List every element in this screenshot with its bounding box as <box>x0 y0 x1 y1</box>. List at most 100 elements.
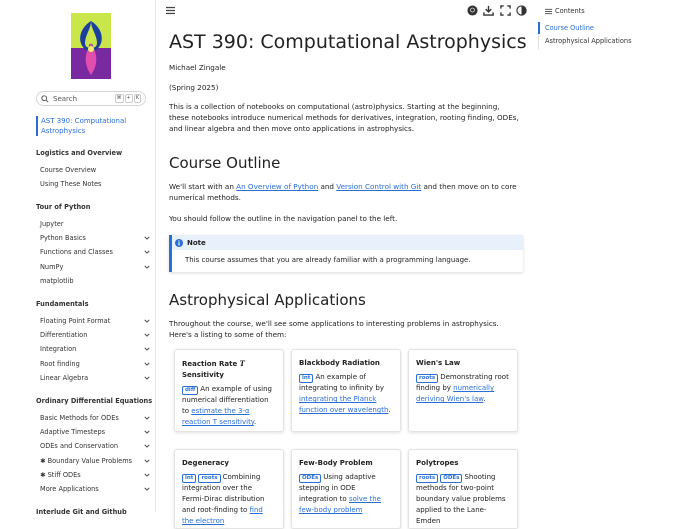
sidebar-item[interactable]: Adaptive Timesteps <box>40 428 152 436</box>
author: Michael Zingale <box>169 63 226 72</box>
sidebar-item-label: Integration <box>40 345 77 354</box>
sidebar-item-label: Adaptive Timesteps <box>40 427 106 436</box>
card-title-text: Degeneracy <box>182 459 229 467</box>
sidebar-item-label: Functions and Classes <box>40 248 113 257</box>
chevron-down-icon[interactable] <box>144 458 150 464</box>
fullscreen-icon[interactable] <box>500 5 511 16</box>
card-title: Blackbody Radiation <box>299 358 393 369</box>
sidebar-item-label: Jupyter <box>40 219 64 228</box>
chevron-down-icon[interactable] <box>144 472 150 478</box>
chevron-down-icon[interactable] <box>144 318 150 324</box>
github-icon[interactable] <box>467 5 478 16</box>
sidebar-item[interactable]: ✱ Boundary Value Problems <box>40 457 152 465</box>
sidebar-item-label: ✱ Stiff ODEs <box>40 470 81 479</box>
card-body: ODEs Using adaptive stepping in ODE integ… <box>299 472 393 516</box>
search-placeholder: Search <box>53 94 78 103</box>
left-sidebar: Search ⌘ + K AST 390: Computational Astr… <box>0 0 156 516</box>
page-title: AST 390: Computational Astrophysics <box>169 31 527 53</box>
download-icon[interactable] <box>483 5 494 16</box>
card-link[interactable]: estimate the 3-α reaction T sensitivity <box>182 407 254 426</box>
sidebar-item[interactable]: matplotlib <box>40 277 152 285</box>
sidebar-item-label: Differentiation <box>40 330 88 339</box>
theme-toggle-icon[interactable] <box>516 5 527 16</box>
card-body: int roots Combining integration over the F… <box>182 472 276 527</box>
chevron-down-icon[interactable] <box>144 249 150 255</box>
sidebar-item[interactable]: ✱ Stiff ODEs <box>40 471 152 479</box>
sidebar-site-title[interactable]: AST 390: Computational Astrophysics <box>36 116 153 136</box>
outline-text-mid: and <box>318 182 337 191</box>
sidebar-item[interactable]: ODEs and Conservation <box>40 442 152 450</box>
outline-text-pre: We'll start with an <box>169 182 237 191</box>
chevron-down-icon[interactable] <box>144 415 150 421</box>
sidebar-item-label: Basic Methods for ODEs <box>40 413 119 422</box>
sidebar-item[interactable]: More Applications <box>40 485 152 493</box>
menu-icon[interactable] <box>166 6 175 15</box>
card-body: int An example of integrating to infinity… <box>299 372 393 416</box>
topic-tag: ODEs <box>299 474 322 483</box>
application-card[interactable]: Few-Body Problem ODEs Using adaptive stepp… <box>291 449 401 529</box>
toc-item-applications[interactable]: Astrophysical Applications <box>545 37 632 45</box>
chevron-down-icon[interactable] <box>144 375 150 381</box>
sidebar-item[interactable]: Jupyter <box>40 220 152 228</box>
sidebar-item[interactable]: Root finding <box>40 360 152 368</box>
chevron-down-icon[interactable] <box>144 429 150 435</box>
application-card[interactable]: Degeneracy int roots Combining integration … <box>174 449 284 529</box>
card-description-post: . <box>388 406 391 414</box>
card-title: Wien's Law <box>416 358 510 369</box>
sidebar-section-caption: Logistics and Overview <box>36 149 123 157</box>
sidebar-item[interactable]: Using These Notes <box>40 180 152 188</box>
sidebar-item-label: matplotlib <box>40 276 74 285</box>
application-card[interactable]: Wien's Law roots Demonstrating root findin… <box>408 349 518 432</box>
chevron-down-icon[interactable] <box>144 264 150 270</box>
note-body: This course assumes that you are already… <box>185 256 471 264</box>
chevron-down-icon[interactable] <box>144 332 150 338</box>
card-title-math: T <box>239 359 245 368</box>
application-card[interactable]: Polytropes roots ODEs Shooting methods for … <box>408 449 518 529</box>
sidebar-item[interactable]: Python Basics <box>40 234 152 242</box>
chevron-down-icon[interactable] <box>144 361 150 367</box>
sidebar-item[interactable]: Linear Algebra <box>40 374 152 382</box>
topic-tag: int <box>182 474 197 483</box>
chevron-down-icon[interactable] <box>144 346 150 352</box>
toc-header: Contents <box>545 7 585 15</box>
card-title-text: Blackbody Radiation <box>299 359 380 367</box>
card-description-post: . <box>483 395 486 403</box>
sidebar-item-label: ODEs and Conservation <box>40 442 119 451</box>
topic-tag: int <box>299 374 314 383</box>
applications-heading: Astrophysical Applications <box>169 291 366 309</box>
application-card[interactable]: Blackbody Radiation int An example of inte… <box>291 349 401 432</box>
sidebar-item-label: Course Overview <box>40 165 97 174</box>
search-box[interactable]: Search ⌘ + K <box>36 91 146 106</box>
sidebar-item-label: Using These Notes <box>40 179 102 188</box>
card-title-text: Wien's Law <box>416 359 461 367</box>
chevron-down-icon[interactable] <box>144 443 150 449</box>
chevron-down-icon[interactable] <box>144 235 150 241</box>
sidebar-item[interactable]: Functions and Classes <box>40 248 152 256</box>
sidebar-item[interactable]: Differentiation <box>40 331 152 339</box>
sidebar-item-label: Root finding <box>40 359 80 368</box>
note-title: Note <box>187 238 206 247</box>
sidebar-item[interactable]: Basic Methods for ODEs <box>40 414 152 422</box>
note-admonition: Note This course assumes that you are al… <box>169 235 523 272</box>
shortcut-key-cmd: ⌘ <box>114 94 124 103</box>
application-card[interactable]: Reaction Rate T Sensitivity diff An exampl… <box>174 349 284 432</box>
chevron-down-icon[interactable] <box>144 486 150 492</box>
card-body: diff An example of using numerical differ… <box>182 384 276 428</box>
card-body: roots ODEs Shooting methods for two-point … <box>416 472 510 527</box>
site-logo[interactable] <box>71 13 111 79</box>
toc-heading: Contents <box>555 7 585 15</box>
card-title-text: Polytropes <box>416 459 459 467</box>
python-overview-link[interactable]: An Overview of Python <box>236 182 318 191</box>
sidebar-item[interactable]: Integration <box>40 345 152 353</box>
toc-item-course-outline[interactable]: Course Outline <box>545 24 594 32</box>
search-icon <box>41 94 49 103</box>
info-icon <box>175 238 183 247</box>
sidebar-item[interactable]: NumPy <box>40 263 152 271</box>
sidebar-item[interactable]: Floating Point Format <box>40 317 152 325</box>
git-link[interactable]: Version Control with Git <box>336 182 421 191</box>
card-title-text: Few-Body Problem <box>299 459 373 467</box>
applications-intro: Throughout the course, we'll see some ap… <box>169 319 499 339</box>
sidebar-item-label: Linear Algebra <box>40 373 89 382</box>
sidebar-item[interactable]: Course Overview <box>40 166 152 174</box>
card-link[interactable]: integrating the Planck function over wav… <box>299 395 388 414</box>
